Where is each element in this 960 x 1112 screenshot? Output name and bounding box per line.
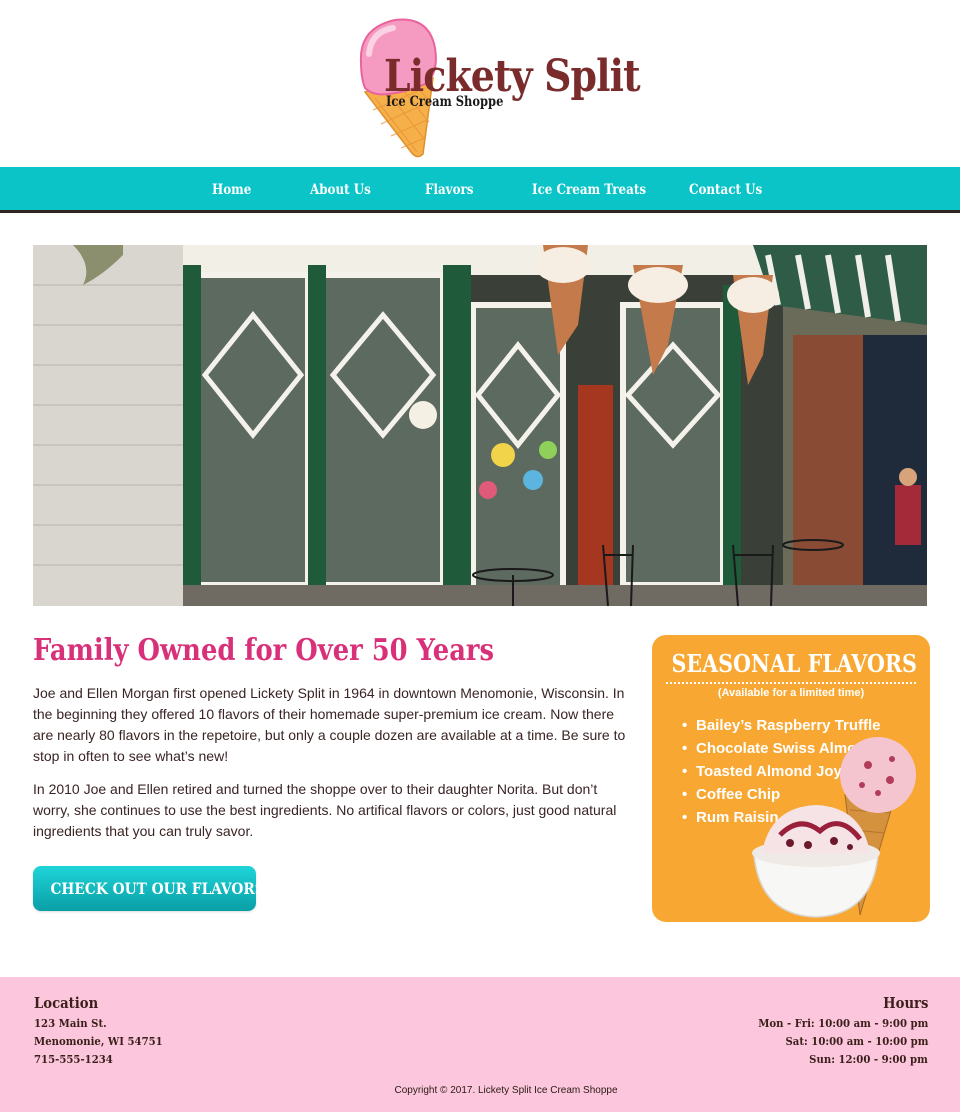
list-item: Bailey’s Raspberry Truffle: [682, 714, 881, 737]
seasonal-divider: [666, 682, 916, 684]
nav-about-us[interactable]: About Us: [310, 167, 371, 213]
page-heading: Family Owned for Over 50 Years: [33, 633, 495, 668]
site-footer: Location 123 Main St. Menomonie, WI 5475…: [0, 977, 960, 1112]
site-logo[interactable]: Lickety Split Ice Cream Shoppe: [355, 14, 641, 159]
copyright: Copyright © 2017. Lickety Split Ice Crea…: [394, 1085, 618, 1096]
nav-home[interactable]: Home: [212, 167, 251, 213]
nav-contact-us[interactable]: Contact Us: [689, 167, 762, 213]
hours-sunday: Sun: 12:00 - 9:00 pm: [809, 1052, 928, 1066]
hours-saturday: Sat: 10:00 am - 10:00 pm: [785, 1034, 928, 1048]
hero-storefront-image: [33, 245, 927, 606]
address-city: Menomonie, WI 54751: [34, 1034, 163, 1048]
address-line: 123 Main St.: [34, 1016, 107, 1030]
phone-number: 715-555-1234: [34, 1052, 113, 1066]
seasonal-flavors-box: SEASONAL FLAVORS (Available for a limite…: [652, 635, 930, 922]
history-paragraph: In 2010 Joe and Ellen retired and turned…: [33, 781, 617, 839]
cta-label: CHECK OUT OUR FLAVORS: [50, 879, 265, 898]
hours-weekday: Mon - Fri: 10:00 am - 9:00 pm: [757, 1016, 928, 1030]
intro-paragraph: Joe and Ellen Morgan first opened Licket…: [33, 685, 626, 764]
site-header: Lickety Split Ice Cream Shoppe: [0, 0, 960, 166]
check-out-flavors-button[interactable]: CHECK OUT OUR FLAVORS: [33, 866, 265, 911]
seasonal-title: SEASONAL FLAVORS: [671, 649, 917, 678]
logo-subtitle: Ice Cream Shoppe: [386, 94, 504, 110]
location-heading: Location: [34, 994, 99, 1012]
seasonal-subtitle: (Available for a limited time): [717, 687, 865, 699]
nav-ice-cream-treats[interactable]: Ice Cream Treats: [532, 167, 646, 213]
nav-flavors[interactable]: Flavors: [425, 167, 474, 213]
main-nav: Home About Us Flavors Ice Cream Treats C…: [0, 167, 960, 213]
sundae-icon: [752, 737, 916, 918]
hours-heading: Hours: [882, 994, 928, 1012]
